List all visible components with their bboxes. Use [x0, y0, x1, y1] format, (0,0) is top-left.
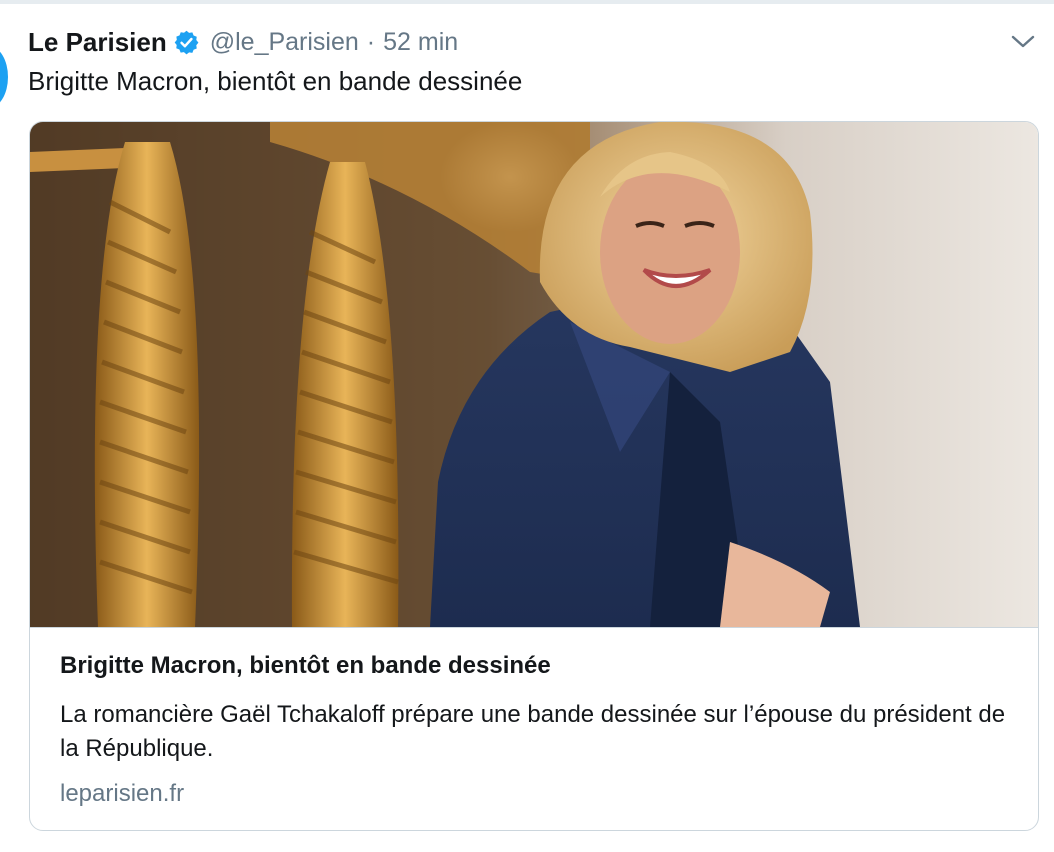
link-card[interactable]: Brigitte Macron, bientôt en bande dessin…	[29, 121, 1039, 831]
card-divider	[30, 627, 1038, 628]
tweet: Le Parisien @le_Parisien · 52 min Brigit…	[0, 0, 1054, 852]
card-description: La romancière Gaël Tchakaloff prépare un…	[60, 701, 1006, 762]
chevron-down-icon[interactable]	[1008, 30, 1038, 54]
card-image[interactable]	[30, 122, 1038, 627]
tweet-text: Brigitte Macron, bientôt en bande dessin…	[28, 66, 523, 96]
timestamp[interactable]: 52 min	[383, 28, 458, 57]
verified-badge-icon	[173, 29, 200, 56]
card-domain[interactable]: leparisien.fr	[60, 780, 184, 808]
separator-dot: ·	[366, 27, 376, 56]
tweet-header: Le Parisien @le_Parisien · 52 min	[28, 25, 458, 59]
card-title[interactable]: Brigitte Macron, bientôt en bande dessin…	[60, 652, 551, 680]
author-handle[interactable]: @le_Parisien	[210, 28, 359, 57]
author-name[interactable]: Le Parisien	[28, 27, 167, 58]
